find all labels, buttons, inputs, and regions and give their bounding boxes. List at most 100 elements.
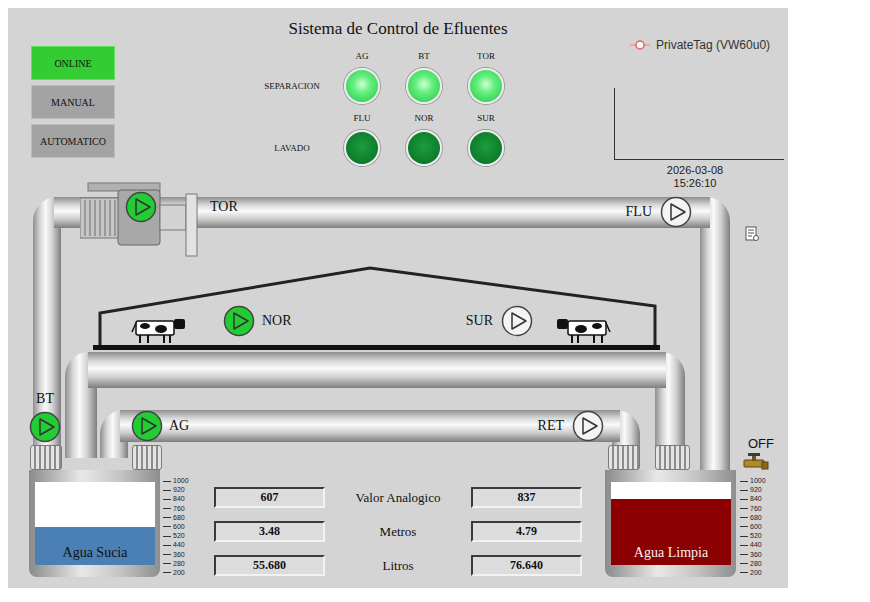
readout-value: 76.640 xyxy=(471,555,582,576)
pump-label: FLU xyxy=(626,204,652,220)
pump[interactable]: BT xyxy=(29,411,61,443)
tank-name: Agua Limpia xyxy=(611,545,731,561)
pump-icon xyxy=(223,305,255,337)
scale-tick xyxy=(740,572,748,573)
legend-line-icon xyxy=(630,39,650,51)
tank-name: Agua Sucia xyxy=(35,545,155,561)
scale-row: 680 xyxy=(163,514,189,522)
pump-icon xyxy=(572,410,604,442)
indicator-row-label: LAVADO xyxy=(253,112,331,166)
scale-tick xyxy=(163,526,171,527)
pump-icon xyxy=(660,196,692,228)
readout-label: Metros xyxy=(325,521,471,542)
valve-state: OFF xyxy=(748,436,774,451)
scale-tick xyxy=(163,545,171,546)
readout-value: 4.79 xyxy=(471,521,582,542)
pump[interactable]: FLU xyxy=(660,196,692,228)
mode-button[interactable]: ONLINE xyxy=(31,46,115,80)
pump[interactable]: AG xyxy=(131,410,163,442)
readout-label: Litros xyxy=(325,555,471,576)
scale-row: 200 xyxy=(163,569,189,577)
pump-label: RET xyxy=(538,418,564,434)
tank-scale: 1000920840760680600520440360280200 xyxy=(163,477,189,577)
lamp-icon xyxy=(406,68,442,104)
legend-label: PrivateTag (VW60u0) xyxy=(656,38,770,52)
scale-row: 760 xyxy=(740,505,766,513)
cow-icon xyxy=(555,315,612,345)
scale-tick xyxy=(740,526,748,527)
indicator: TOR xyxy=(455,50,517,104)
scale-tick xyxy=(163,499,171,500)
scale-row: 360 xyxy=(163,551,189,559)
scale-tick xyxy=(163,481,171,482)
pump-label: SUR xyxy=(466,313,493,329)
scale-tick xyxy=(740,545,748,546)
indicator-label: FLU xyxy=(353,112,370,124)
scale-tick xyxy=(163,508,171,509)
tank-body: Agua Limpia xyxy=(611,482,731,565)
scale-tick xyxy=(740,554,748,555)
page: Sistema de Control de EfluentesONLINEMAN… xyxy=(0,0,870,602)
hmi-panel: Sistema de Control de EfluentesONLINEMAN… xyxy=(8,8,788,588)
pipe xyxy=(700,197,730,478)
valve-icon[interactable] xyxy=(742,452,770,470)
readout-value: 55.680 xyxy=(214,555,325,576)
indicator-label: BT xyxy=(418,50,430,62)
scale-tick xyxy=(740,499,748,500)
scale-row: 840 xyxy=(740,495,766,503)
pump[interactable]: SUR xyxy=(501,305,533,337)
scale-row: 440 xyxy=(740,541,766,549)
scale-row: 280 xyxy=(163,560,189,568)
scale-tick xyxy=(740,508,748,509)
pump[interactable]: RET xyxy=(572,410,604,442)
indicator: FLU xyxy=(331,112,393,166)
chart-time: 15:26:10 xyxy=(650,177,740,190)
pump[interactable]: NOR xyxy=(223,305,255,337)
indicator: NOR xyxy=(393,112,455,166)
scale-row: 840 xyxy=(163,495,189,503)
lamp-icon xyxy=(344,130,380,166)
pipe xyxy=(88,352,666,388)
scale-tick xyxy=(163,572,171,573)
scale-row: 360 xyxy=(740,551,766,559)
scale-row: 600 xyxy=(163,523,189,531)
mode-button[interactable]: AUTOMATICO xyxy=(31,124,115,158)
motor xyxy=(132,445,162,470)
lamp-icon xyxy=(468,130,504,166)
scale-row: 600 xyxy=(740,523,766,531)
scale-row: 920 xyxy=(740,486,766,494)
mode-button[interactable]: MANUAL xyxy=(31,85,115,119)
scale-row: 520 xyxy=(740,532,766,540)
pump-icon xyxy=(29,411,61,443)
trend-chart xyxy=(614,88,784,160)
document-icon[interactable] xyxy=(745,226,759,242)
chart-timestamp: 2026-03-0815:26:10 xyxy=(650,164,740,190)
scale-row: 280 xyxy=(740,560,766,568)
pump-label: NOR xyxy=(262,313,292,329)
lamp-icon xyxy=(406,130,442,166)
scale-tick xyxy=(740,481,748,482)
tank-scale: 1000920840760680600520440360280200 xyxy=(740,477,766,577)
indicator: SUR xyxy=(455,112,517,166)
scale-row: 200 xyxy=(740,569,766,577)
pump-icon xyxy=(131,410,163,442)
tank: Agua Sucia xyxy=(29,470,160,577)
scale-tick xyxy=(740,563,748,564)
indicator-label: SUR xyxy=(477,112,495,124)
readout-label: Valor Analogico xyxy=(325,487,471,508)
readout-value: 837 xyxy=(471,487,582,508)
scale-tick xyxy=(740,517,748,518)
chart-legend: PrivateTag (VW60u0) xyxy=(630,38,770,52)
indicator-label: TOR xyxy=(477,50,495,62)
pump[interactable]: TOR xyxy=(125,191,157,223)
lamp-icon xyxy=(344,68,380,104)
pump-label: AG xyxy=(169,418,189,434)
mode-buttons: ONLINE MANUAL AUTOMATICO xyxy=(31,46,115,158)
indicator-label: NOR xyxy=(414,112,433,124)
tank-body: Agua Sucia xyxy=(35,482,155,565)
scale-tick xyxy=(740,536,748,537)
scale-row: 920 xyxy=(163,486,189,494)
barn-icon xyxy=(88,263,668,353)
cow-icon xyxy=(130,315,187,345)
scale-row: 520 xyxy=(163,532,189,540)
